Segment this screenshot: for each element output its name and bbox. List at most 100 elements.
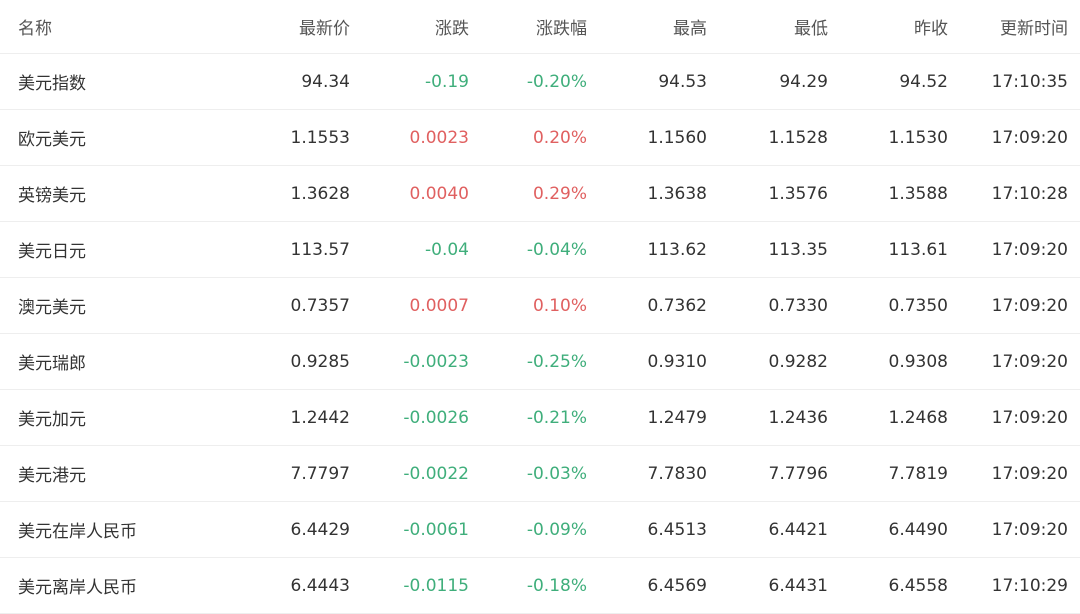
cell-last: 1.1553 <box>200 109 350 166</box>
cell-prev-close: 1.2468 <box>828 389 948 446</box>
header-update-time[interactable]: 更新时间 <box>948 0 1080 54</box>
cell-change: -0.19 <box>350 53 469 110</box>
cell-name[interactable]: 澳元美元 <box>0 277 200 334</box>
table-row[interactable]: 美元港元 7.7797 -0.0022 -0.03% 7.7830 7.7796 7.781… <box>0 445 1080 502</box>
cell-name[interactable]: 美元离岸人民币 <box>0 557 200 614</box>
table-row[interactable]: 英镑美元 1.3628 0.0040 0.29% 1.3638 1.3576 1.3588 1… <box>0 165 1080 222</box>
cell-change: 0.0040 <box>350 165 469 222</box>
cell-name[interactable]: 美元在岸人民币 <box>0 501 200 558</box>
cell-change-pct: -0.20% <box>469 53 587 110</box>
cell-change-pct: -0.25% <box>469 333 587 390</box>
cell-low: 113.35 <box>707 221 828 278</box>
cell-name[interactable]: 美元瑞郎 <box>0 333 200 390</box>
cell-last: 113.57 <box>200 221 350 278</box>
header-low[interactable]: 最低 <box>707 0 828 54</box>
cell-high: 6.4569 <box>587 557 707 614</box>
header-change-pct[interactable]: 涨跌幅 <box>469 0 587 54</box>
cell-update-time: 17:10:28 <box>948 165 1080 222</box>
cell-prev-close: 1.1530 <box>828 109 948 166</box>
cell-high: 0.7362 <box>587 277 707 334</box>
cell-name[interactable]: 美元港元 <box>0 445 200 502</box>
cell-change-pct: 0.10% <box>469 277 587 334</box>
cell-update-time: 17:09:20 <box>948 389 1080 446</box>
table-row[interactable]: 欧元美元 1.1553 0.0023 0.20% 1.1560 1.1528 1.1530 1… <box>0 109 1080 166</box>
table-body: 美元指数 94.34 -0.19 -0.20% 94.53 94.29 94.52 17:10… <box>0 53 1080 614</box>
cell-change-pct: -0.18% <box>469 557 587 614</box>
cell-last: 7.7797 <box>200 445 350 502</box>
header-prev-close[interactable]: 昨收 <box>828 0 948 54</box>
table-row[interactable]: 美元指数 94.34 -0.19 -0.20% 94.53 94.29 94.52 17:10… <box>0 53 1080 110</box>
cell-prev-close: 1.3588 <box>828 165 948 222</box>
table-row[interactable]: 美元加元 1.2442 -0.0026 -0.21% 1.2479 1.2436 1.246… <box>0 389 1080 446</box>
cell-last: 1.2442 <box>200 389 350 446</box>
cell-high: 94.53 <box>587 53 707 110</box>
cell-change: -0.0022 <box>350 445 469 502</box>
cell-change-pct: 0.29% <box>469 165 587 222</box>
cell-low: 6.4431 <box>707 557 828 614</box>
cell-update-time: 17:09:20 <box>948 501 1080 558</box>
cell-prev-close: 113.61 <box>828 221 948 278</box>
table-header: 名称 最新价 涨跌 涨跌幅 最高 最低 昨收 更新时间 <box>0 0 1080 54</box>
cell-name[interactable]: 美元加元 <box>0 389 200 446</box>
cell-high: 1.1560 <box>587 109 707 166</box>
cell-change-pct: -0.09% <box>469 501 587 558</box>
cell-last: 6.4443 <box>200 557 350 614</box>
cell-high: 1.2479 <box>587 389 707 446</box>
cell-name[interactable]: 美元日元 <box>0 221 200 278</box>
cell-update-time: 17:10:35 <box>948 53 1080 110</box>
cell-change-pct: 0.20% <box>469 109 587 166</box>
table-row[interactable]: 美元瑞郎 0.9285 -0.0023 -0.25% 0.9310 0.9282 0.930… <box>0 333 1080 390</box>
cell-prev-close: 6.4490 <box>828 501 948 558</box>
cell-prev-close: 7.7819 <box>828 445 948 502</box>
cell-prev-close: 0.7350 <box>828 277 948 334</box>
cell-change: -0.0115 <box>350 557 469 614</box>
cell-change: 0.0023 <box>350 109 469 166</box>
table-row[interactable]: 美元日元 113.57 -0.04 -0.04% 113.62 113.35 113.61 1… <box>0 221 1080 278</box>
cell-change-pct: -0.04% <box>469 221 587 278</box>
header-last[interactable]: 最新价 <box>200 0 350 54</box>
cell-low: 0.9282 <box>707 333 828 390</box>
cell-last: 6.4429 <box>200 501 350 558</box>
cell-low: 94.29 <box>707 53 828 110</box>
header-row: 名称 最新价 涨跌 涨跌幅 最高 最低 昨收 更新时间 <box>0 0 1080 54</box>
cell-change-pct: -0.03% <box>469 445 587 502</box>
cell-prev-close: 94.52 <box>828 53 948 110</box>
cell-last: 0.7357 <box>200 277 350 334</box>
cell-high: 6.4513 <box>587 501 707 558</box>
cell-name[interactable]: 欧元美元 <box>0 109 200 166</box>
cell-low: 1.3576 <box>707 165 828 222</box>
cell-high: 1.3638 <box>587 165 707 222</box>
cell-change-pct: -0.21% <box>469 389 587 446</box>
table-row[interactable]: 美元离岸人民币 6.4443 -0.0115 -0.18% 6.4569 6.4431 6.… <box>0 557 1080 614</box>
table-row[interactable]: 澳元美元 0.7357 0.0007 0.10% 0.7362 0.7330 0.7350 1… <box>0 277 1080 334</box>
cell-prev-close: 0.9308 <box>828 333 948 390</box>
header-name[interactable]: 名称 <box>0 0 200 54</box>
cell-update-time: 17:09:20 <box>948 333 1080 390</box>
cell-change: -0.04 <box>350 221 469 278</box>
cell-name[interactable]: 英镑美元 <box>0 165 200 222</box>
cell-update-time: 17:09:20 <box>948 221 1080 278</box>
cell-last: 1.3628 <box>200 165 350 222</box>
cell-low: 7.7796 <box>707 445 828 502</box>
cell-high: 0.9310 <box>587 333 707 390</box>
cell-high: 7.7830 <box>587 445 707 502</box>
quote-table: 名称 最新价 涨跌 涨跌幅 最高 最低 昨收 更新时间 美元指数 94.34 -0.… <box>0 0 1080 614</box>
header-change[interactable]: 涨跌 <box>350 0 469 54</box>
cell-low: 1.2436 <box>707 389 828 446</box>
cell-update-time: 17:10:29 <box>948 557 1080 614</box>
cell-high: 113.62 <box>587 221 707 278</box>
cell-name[interactable]: 美元指数 <box>0 53 200 110</box>
cell-change: -0.0026 <box>350 389 469 446</box>
cell-update-time: 17:09:20 <box>948 277 1080 334</box>
cell-low: 1.1528 <box>707 109 828 166</box>
cell-prev-close: 6.4558 <box>828 557 948 614</box>
cell-low: 6.4421 <box>707 501 828 558</box>
cell-update-time: 17:09:20 <box>948 445 1080 502</box>
cell-change: -0.0061 <box>350 501 469 558</box>
table-row[interactable]: 美元在岸人民币 6.4429 -0.0061 -0.09% 6.4513 6.4421 6.… <box>0 501 1080 558</box>
cell-update-time: 17:09:20 <box>948 109 1080 166</box>
header-high[interactable]: 最高 <box>587 0 707 54</box>
cell-last: 0.9285 <box>200 333 350 390</box>
cell-change: -0.0023 <box>350 333 469 390</box>
cell-low: 0.7330 <box>707 277 828 334</box>
